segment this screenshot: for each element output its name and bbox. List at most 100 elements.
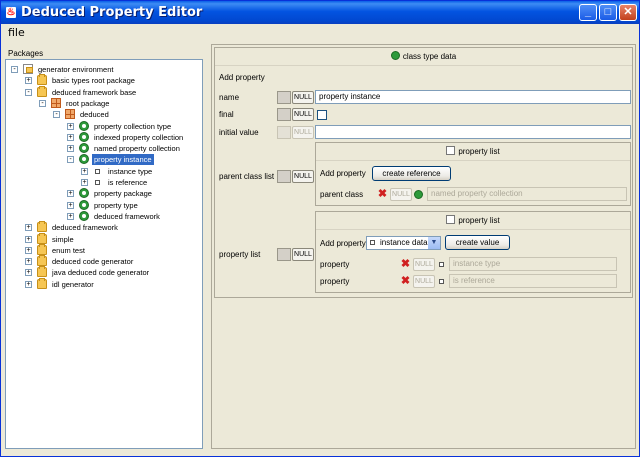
tree-item-label: property type xyxy=(94,200,138,210)
tree-item[interactable]: + deduced code generator xyxy=(6,255,202,267)
document-icon xyxy=(446,146,456,156)
property-list-label: property list xyxy=(219,250,261,259)
tree-item-label: deduced framework xyxy=(94,211,160,221)
tree-item[interactable]: + named property collection xyxy=(6,143,202,154)
parent-class-list-type-button[interactable] xyxy=(277,170,291,183)
tree-item-label: root package xyxy=(66,98,110,108)
name-field[interactable]: property instance xyxy=(315,90,631,104)
tree-item-label: named property collection xyxy=(94,144,180,154)
create-reference-button[interactable]: create reference xyxy=(372,166,451,181)
tree-item[interactable]: + basic types root package xyxy=(6,74,202,86)
collapse-icon[interactable]: - xyxy=(11,66,18,73)
split-divider[interactable] xyxy=(205,44,209,449)
add-property-label: Add property xyxy=(219,73,265,82)
property-type-select[interactable]: instance data ▼ xyxy=(366,236,441,250)
expand-icon[interactable]: + xyxy=(67,212,74,220)
tree-item[interactable]: + instance type xyxy=(6,166,202,177)
final-label: final xyxy=(219,110,234,119)
tree-item[interactable]: + property package xyxy=(6,188,202,199)
tree-item-label: basic types root package xyxy=(52,76,135,86)
tree-item[interactable]: + is reference xyxy=(6,177,202,188)
expand-icon[interactable]: + xyxy=(67,190,74,198)
tree-item[interactable]: + indexed property collection xyxy=(6,131,202,143)
class-icon xyxy=(79,154,89,165)
square-icon xyxy=(439,279,444,284)
tree-item[interactable]: - deduced xyxy=(6,109,202,120)
tree-item[interactable]: - property instance xyxy=(6,154,202,166)
final-checkbox[interactable] xyxy=(317,110,327,120)
property-row-null-button[interactable]: NULL xyxy=(413,275,435,288)
remove-icon[interactable]: ✖ xyxy=(400,259,411,270)
packages-title: Packages xyxy=(8,49,44,58)
tree-item[interactable]: + enum test xyxy=(6,243,202,256)
property-type-select-value: instance data xyxy=(380,238,428,247)
property-row-field[interactable]: instance type xyxy=(449,257,617,271)
tree-item-label: generator environment xyxy=(38,65,114,74)
collapse-icon[interactable]: - xyxy=(53,111,60,119)
property-list-box: property list Add property instance data… xyxy=(315,211,631,293)
property-row-null-button[interactable]: NULL xyxy=(413,258,435,271)
create-value-button[interactable]: create value xyxy=(445,235,510,250)
expand-icon[interactable]: + xyxy=(25,280,32,288)
initial-value-field[interactable] xyxy=(315,125,631,139)
initial-value-label: initial value xyxy=(219,128,259,137)
minimize-button[interactable]: _ xyxy=(579,4,597,21)
collapse-icon[interactable]: - xyxy=(39,99,46,107)
parent-class-list-null-button[interactable]: NULL xyxy=(292,170,314,183)
final-type-button[interactable] xyxy=(277,108,291,121)
parent-class-null-button[interactable]: NULL xyxy=(390,188,412,201)
parent-class-field[interactable]: named property collection xyxy=(427,187,627,201)
property-icon xyxy=(95,180,100,185)
property-row-field[interactable]: is reference xyxy=(449,274,617,288)
expand-icon[interactable]: + xyxy=(67,133,74,141)
tree-item[interactable]: + deduced framework xyxy=(6,221,202,233)
tree-item[interactable]: + java deduced code generator xyxy=(6,266,202,278)
tree-item[interactable]: + deduced framework xyxy=(6,210,202,222)
expand-icon[interactable]: + xyxy=(67,145,74,153)
chevron-down-icon[interactable]: ▼ xyxy=(428,237,440,249)
name-null-button[interactable]: NULL xyxy=(292,91,314,104)
tree-item[interactable]: + idl generator xyxy=(6,277,202,290)
property-list-type-button[interactable] xyxy=(277,248,291,261)
root-icon xyxy=(23,64,33,74)
collapse-icon[interactable]: - xyxy=(67,156,74,164)
final-null-button[interactable]: NULL xyxy=(292,108,314,121)
title-bar[interactable]: ♨ Deduced Property Editor _ □ ✕ xyxy=(1,1,639,24)
tree-item-label: java deduced code generator xyxy=(52,268,150,278)
tree-item[interactable]: + property collection type xyxy=(6,120,202,132)
name-type-button[interactable] xyxy=(277,91,291,104)
class-icon xyxy=(79,199,89,210)
expand-icon[interactable]: + xyxy=(25,269,32,277)
tree-item[interactable]: - generator environment xyxy=(6,64,202,75)
package-tree[interactable]: - generator environment + basic types root … xyxy=(5,59,203,449)
expand-icon[interactable]: + xyxy=(67,122,74,130)
tree-item[interactable]: + property type xyxy=(6,199,202,211)
expand-icon[interactable]: + xyxy=(25,235,32,243)
collapse-icon[interactable]: - xyxy=(25,88,32,96)
window-title: Deduced Property Editor xyxy=(21,5,203,20)
editor-panel: class type data Add property name NULL p… xyxy=(211,44,636,449)
close-button[interactable]: ✕ xyxy=(619,4,637,21)
property-list-title: property list xyxy=(458,216,500,225)
class-icon xyxy=(79,143,89,154)
expand-icon[interactable]: + xyxy=(81,179,88,186)
expand-icon[interactable]: + xyxy=(81,167,88,175)
initial-value-type-button[interactable] xyxy=(277,126,291,139)
initial-value-null-button[interactable]: NULL xyxy=(292,126,314,139)
remove-icon[interactable]: ✖ xyxy=(400,276,411,287)
expand-icon[interactable]: + xyxy=(25,77,32,85)
tree-item-label: instance type xyxy=(108,166,153,176)
tree-item[interactable]: - root package xyxy=(6,97,202,109)
remove-icon[interactable]: ✖ xyxy=(377,189,388,200)
expand-icon[interactable]: + xyxy=(67,201,74,209)
expand-icon[interactable]: + xyxy=(25,258,32,266)
tree-item-label: indexed property collection xyxy=(94,132,184,142)
property-list-null-button[interactable]: NULL xyxy=(292,248,314,261)
tree-item[interactable]: - deduced framework base xyxy=(6,85,202,98)
maximize-button[interactable]: □ xyxy=(599,4,617,21)
expand-icon[interactable]: + xyxy=(25,246,32,254)
menu-file[interactable]: file xyxy=(8,26,25,39)
folder-icon xyxy=(37,255,47,267)
tree-item[interactable]: + simple xyxy=(6,232,202,245)
expand-icon[interactable]: + xyxy=(25,224,32,232)
